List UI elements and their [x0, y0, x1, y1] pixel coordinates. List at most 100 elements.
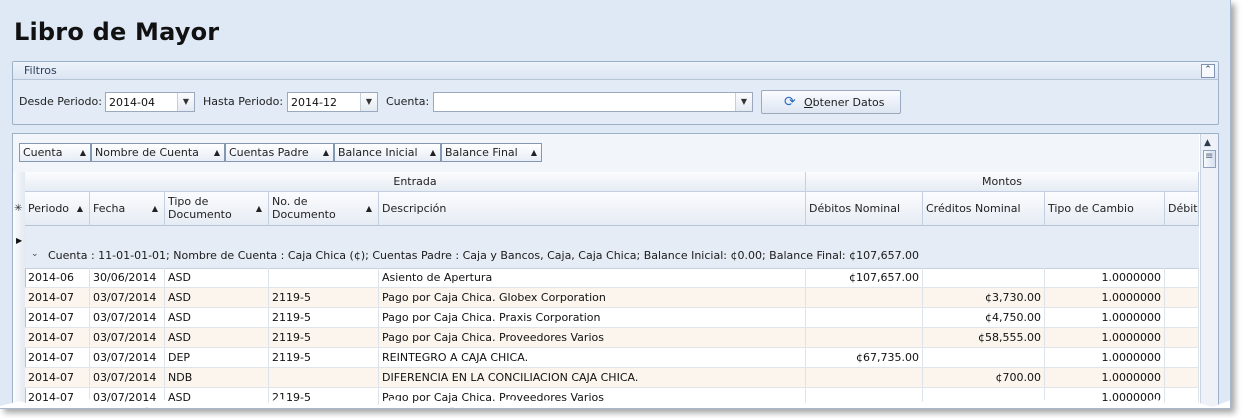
cell-tipo-cambio[interactable]: 1.0000000 [1045, 328, 1165, 347]
cell-debitos[interactable] [1165, 268, 1199, 287]
table-row[interactable]: 2014-07 03/07/2014 NDB DIFERENCIA EN LA CON… [25, 368, 1199, 388]
cell-creditos-nominal[interactable]: ¢58,555.00 [923, 328, 1045, 347]
scroll-thumb[interactable] [1203, 150, 1216, 168]
filters-group: Filtros ⌃ Desde Periodo: 2014-04 ▼ Hasta… [12, 61, 1219, 125]
cell-tipo-cambio[interactable]: 1.0000000 [1045, 288, 1165, 307]
group-chip-cuentas-padre[interactable]: Cuentas Padre ▲ [225, 143, 334, 162]
cell-creditos-nominal[interactable] [923, 268, 1045, 287]
band-montos[interactable]: Montos [806, 172, 1199, 192]
cell-tipo-cambio[interactable]: 1.0000000 [1045, 368, 1165, 387]
scroll-up-icon[interactable]: ▲ [1204, 138, 1211, 148]
cell-tipo-cambio[interactable]: 1.0000000 [1045, 348, 1165, 367]
group-by-panel: Cuenta ▲ Nombre de Cuenta ▲ Cuentas Padre ▲… [13, 134, 1199, 173]
group-row-caja-chica[interactable]: ⌄ Cuenta : 11-01-01-01; Nombre de Cuenta… [25, 226, 1199, 269]
col-tipo-cambio[interactable]: Tipo de Cambio [1045, 192, 1165, 226]
table-row[interactable]: 2014-06 30/06/2014 ASD Asiento de Apertura ¢… [25, 268, 1199, 288]
cell-no-documento[interactable]: 2119-5 [269, 288, 379, 307]
hasta-periodo-combo[interactable]: 2014-12 ▼ [287, 92, 378, 112]
cell-descripcion[interactable]: Asiento de Apertura [379, 268, 806, 287]
group-row-text: Cuenta : 11-01-01-01; Nombre de Cuenta :… [48, 249, 920, 262]
table-row[interactable]: 2014-07 03/07/2014 ASD 2119-5 Pago por Caja … [25, 288, 1199, 308]
vertical-scrollbar[interactable]: ▲ [1200, 134, 1218, 408]
table-row[interactable]: 2014-07 03/07/2014 ASD 2119-5 Pago por Caja … [25, 328, 1199, 348]
cell-creditos-nominal[interactable]: ¢4,750.00 [923, 308, 1045, 327]
cell-periodo[interactable]: 2014-06 [25, 268, 90, 287]
cell-tipo-documento[interactable]: ASD [165, 288, 269, 307]
desde-periodo-combo[interactable]: 2014-04 ▼ [105, 92, 195, 112]
table-row[interactable]: 2014-07 03/07/2014 DEP 2119-5 REINTEGRO A CA… [25, 348, 1199, 368]
double-chevron-up-icon[interactable]: ⌃ [1201, 64, 1215, 78]
desde-periodo-value: 2014-04 [109, 96, 155, 109]
col-debitos-nominal[interactable]: Débitos Nominal [806, 192, 923, 226]
table-row[interactable]: 2014-07 03/07/2014 ASD 2119-5 Pago por Caja … [25, 308, 1199, 328]
cell-fecha[interactable]: 03/07/2014 [90, 308, 165, 327]
cell-debitos-nominal[interactable] [806, 288, 923, 307]
cell-no-documento[interactable]: 2119-5 [269, 308, 379, 327]
dropdown-arrow-icon[interactable]: ▼ [177, 93, 194, 111]
band-entrada[interactable]: Entrada [25, 172, 806, 192]
cell-fecha[interactable]: 30/06/2014 [90, 268, 165, 287]
col-creditos-nominal[interactable]: Créditos Nominal [923, 192, 1045, 226]
cell-tipo-documento[interactable]: NDB [165, 368, 269, 387]
cell-debitos-nominal[interactable] [806, 308, 923, 327]
cuenta-label: Cuenta: [386, 95, 430, 108]
cell-debitos[interactable] [1165, 368, 1199, 387]
cell-no-documento[interactable]: 2119-5 [269, 348, 379, 367]
sort-asc-icon: ▲ [213, 148, 220, 157]
col-debitos[interactable]: Débito [1165, 192, 1199, 226]
cell-fecha[interactable]: 03/07/2014 [90, 348, 165, 367]
cell-tipo-cambio[interactable]: 1.0000000 [1045, 308, 1165, 327]
cell-descripcion[interactable]: DIFERENCIA EN LA CONCILIACION CAJA CHICA… [379, 368, 806, 387]
cell-creditos-nominal[interactable]: ¢700.00 [923, 368, 1045, 387]
cell-no-documento[interactable] [269, 268, 379, 287]
cell-debitos-nominal[interactable]: ¢67,735.00 [806, 348, 923, 367]
cell-debitos[interactable] [1165, 348, 1199, 367]
cell-periodo[interactable]: 2014-07 [25, 348, 90, 367]
cell-creditos-nominal[interactable] [923, 348, 1045, 367]
cell-tipo-documento[interactable]: DEP [165, 348, 269, 367]
cell-descripcion[interactable]: REINTEGRO A CAJA CHICA. [379, 348, 806, 367]
cell-tipo-cambio[interactable]: 1.0000000 [1045, 268, 1165, 287]
cell-descripcion[interactable]: Pago por Caja Chica. Globex Corporation [379, 288, 806, 307]
col-periodo[interactable]: Periodo ▲ [25, 192, 90, 226]
group-chip-cuenta[interactable]: Cuenta ▲ [19, 143, 91, 162]
cell-debitos-nominal[interactable] [806, 368, 923, 387]
dropdown-arrow-icon[interactable]: ▼ [360, 93, 377, 111]
cell-periodo[interactable]: 2014-07 [25, 368, 90, 387]
col-no-documento[interactable]: No. de Documento ▲ [269, 192, 379, 226]
cell-creditos-nominal[interactable]: ¢3,730.00 [923, 288, 1045, 307]
group-chip-balance-inicial[interactable]: Balance Inicial ▲ [334, 143, 441, 162]
cell-debitos[interactable] [1165, 288, 1199, 307]
cell-fecha[interactable]: 03/07/2014 [90, 368, 165, 387]
filters-header[interactable]: Filtros ⌃ [13, 62, 1218, 80]
cell-debitos-nominal[interactable]: ¢107,657.00 [806, 268, 923, 287]
hasta-periodo-value: 2014-12 [291, 96, 337, 109]
cell-tipo-documento[interactable]: ASD [165, 328, 269, 347]
col-fecha[interactable]: Fecha ▲ [90, 192, 165, 226]
cell-periodo[interactable]: 2014-07 [25, 288, 90, 307]
cell-no-documento[interactable] [269, 368, 379, 387]
cell-descripcion[interactable]: Pago por Caja Chica. Praxis Corporation [379, 308, 806, 327]
col-descripcion[interactable]: Descripción [379, 192, 806, 226]
cell-fecha[interactable]: 03/07/2014 [90, 328, 165, 347]
filters-title: Filtros [24, 64, 57, 77]
cell-tipo-documento[interactable]: ASD [165, 268, 269, 287]
group-chip-nombre-cuenta[interactable]: Nombre de Cuenta ▲ [91, 143, 225, 162]
cell-no-documento[interactable]: 2119-5 [269, 328, 379, 347]
cell-debitos[interactable] [1165, 308, 1199, 327]
cell-periodo[interactable]: 2014-07 [25, 308, 90, 327]
cuenta-combo[interactable]: ▼ [433, 92, 753, 112]
col-tipo-documento[interactable]: Tipo de Documento ▲ [165, 192, 269, 226]
cell-descripcion[interactable]: Pago por Caja Chica. Proveedores Varios [379, 328, 806, 347]
cell-periodo[interactable]: 2014-07 [25, 328, 90, 347]
group-chip-balance-final[interactable]: Balance Final ▲ [441, 143, 542, 162]
cell-fecha[interactable]: 03/07/2014 [90, 288, 165, 307]
obtener-datos-button[interactable]: ⟳ Obtener Datos [761, 90, 901, 114]
desde-periodo-label: Desde Periodo: [19, 95, 102, 108]
chevron-down-icon[interactable]: ⌄ [31, 249, 39, 259]
sort-asc-icon: ▲ [151, 204, 158, 213]
cell-debitos[interactable] [1165, 328, 1199, 347]
dropdown-arrow-icon[interactable]: ▼ [735, 93, 752, 111]
cell-tipo-documento[interactable]: ASD [165, 308, 269, 327]
cell-debitos-nominal[interactable] [806, 328, 923, 347]
